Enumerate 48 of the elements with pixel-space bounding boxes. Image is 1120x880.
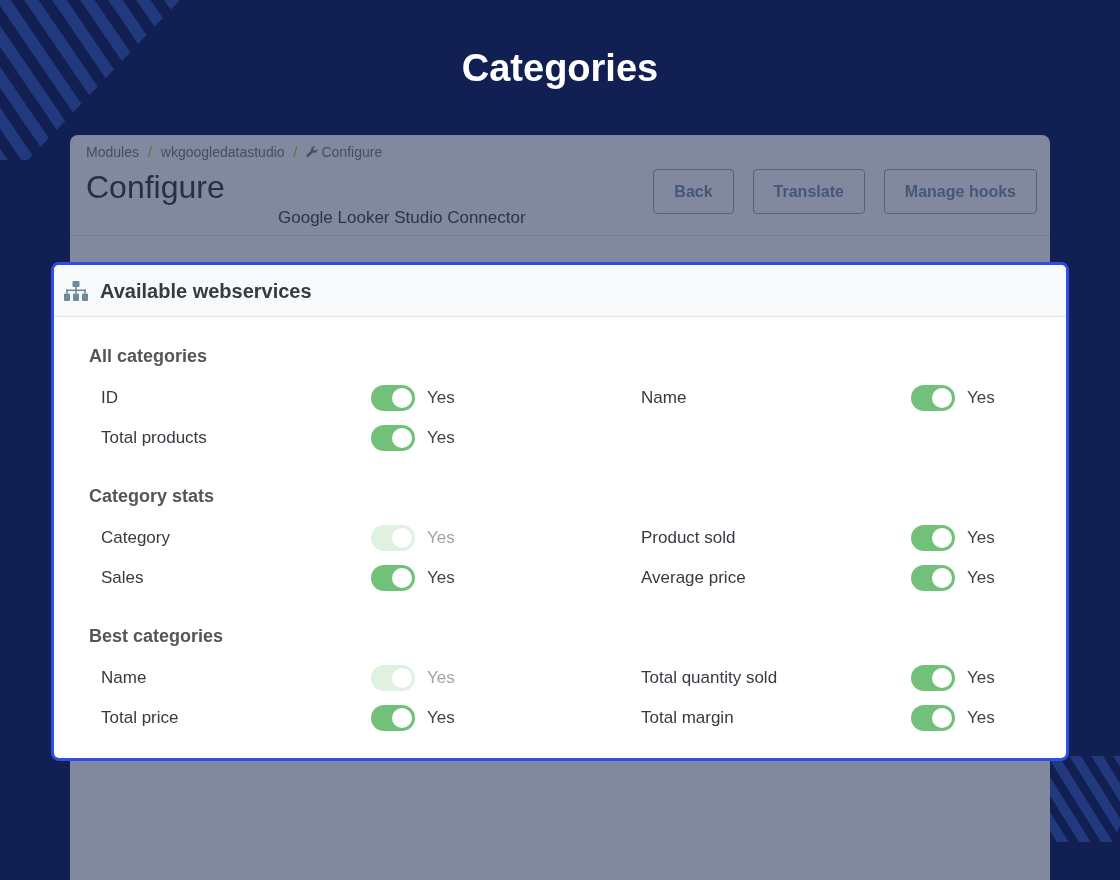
toggle-switch[interactable] <box>911 565 955 591</box>
toggle-switch[interactable] <box>911 665 955 691</box>
toggle-switch[interactable] <box>911 525 955 551</box>
breadcrumb-separator: / <box>293 143 298 162</box>
toggle-value: Yes <box>967 387 995 409</box>
toggle-switch[interactable] <box>371 565 415 591</box>
toolbar-button[interactable]: Back <box>653 169 734 214</box>
field-label: Name <box>101 668 147 687</box>
field-label: Name <box>641 388 687 407</box>
toggle-switch[interactable] <box>911 705 955 731</box>
page-subtitle: Google Looker Studio Connector <box>278 208 526 228</box>
section-heading: Category stats <box>89 485 215 508</box>
section-heading: All categories <box>89 345 208 368</box>
field-label: Sales <box>101 568 144 587</box>
toggle-value: Yes <box>967 667 995 689</box>
toolbar-button[interactable]: Translate <box>752 169 865 214</box>
breadcrumb-separator: / <box>147 143 152 162</box>
toggle-value: Yes <box>427 567 455 589</box>
toggle-switch[interactable] <box>371 425 415 451</box>
field-label: Product sold <box>641 528 736 547</box>
sitemap-icon <box>64 280 88 301</box>
dialog-title: Available webservices <box>100 278 312 303</box>
page-title: Categories <box>461 48 659 87</box>
breadcrumb-link[interactable]: Modules <box>86 142 139 162</box>
section-heading: Best categories <box>89 625 224 648</box>
field-label: Total products <box>101 428 207 447</box>
toggle-value: Yes <box>427 667 455 689</box>
toggle-value: Yes <box>427 427 455 449</box>
breadcrumb-link[interactable]: wkgoogledatastudio <box>160 142 285 162</box>
breadcrumb-current: Configure <box>321 143 383 162</box>
toggle-value: Yes <box>427 387 455 409</box>
toggle-value: Yes <box>967 527 995 549</box>
field-label: Category <box>101 528 170 547</box>
toggle-value: Yes <box>427 707 455 729</box>
field-label: Total margin <box>641 708 734 727</box>
field-label: Average price <box>641 568 746 587</box>
field-label: Total price <box>101 708 179 727</box>
toggle-switch[interactable] <box>371 385 415 411</box>
toggle-value: Yes <box>967 567 995 589</box>
toggle-value: Yes <box>967 707 995 729</box>
field-label: Total quantity sold <box>641 668 778 687</box>
field-label: ID <box>101 388 118 407</box>
toggle-value: Yes <box>427 527 455 549</box>
wrench-icon <box>306 146 319 158</box>
toggle-switch[interactable] <box>911 385 955 411</box>
toggle-switch[interactable] <box>371 705 415 731</box>
page-heading: Configure <box>86 168 225 206</box>
toolbar-button[interactable]: Manage hooks <box>883 169 1037 214</box>
